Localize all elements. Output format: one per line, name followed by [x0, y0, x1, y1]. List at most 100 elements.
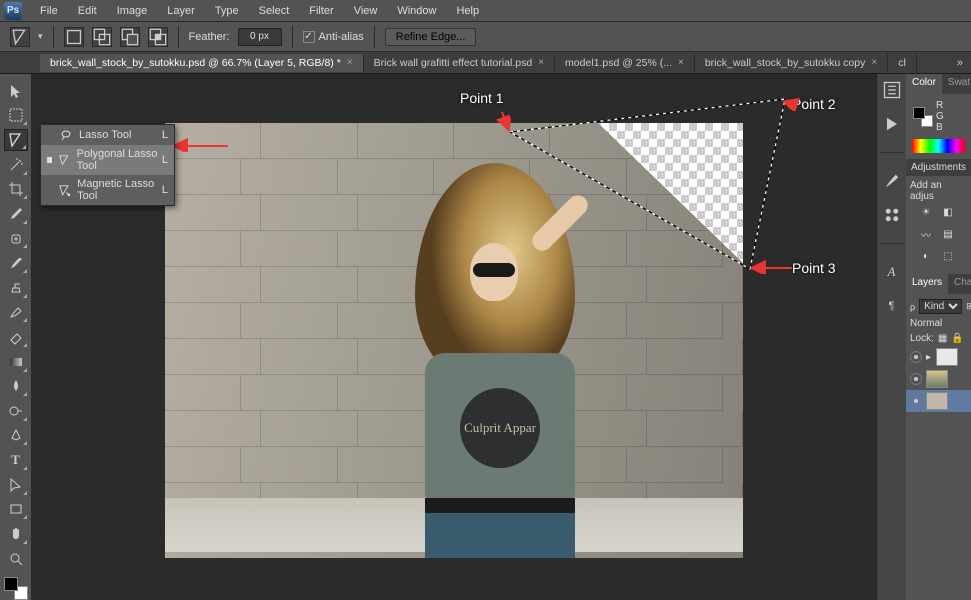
shirt-logo: Culprit Appar	[460, 388, 540, 468]
app-logo: Ps	[4, 2, 22, 20]
right-dock: A ¶	[876, 74, 906, 600]
tab-swatches[interactable]: Swat	[942, 74, 971, 94]
selection-subtract-icon[interactable]	[120, 27, 140, 47]
paragraph-panel-icon[interactable]: ¶	[882, 296, 902, 316]
layer-row-1[interactable]: ▸	[910, 346, 967, 368]
selection-new-icon[interactable]	[64, 27, 84, 47]
flyout-magnetic-lasso[interactable]: Magnetic Lasso Tool L	[41, 175, 174, 205]
path-selection-tool[interactable]	[4, 474, 28, 496]
adjustments-hint: Add an adjus	[910, 180, 967, 202]
brush-presets-icon[interactable]	[882, 205, 902, 225]
tab-channels[interactable]: Chan	[948, 274, 971, 294]
lasso-tool[interactable]	[4, 129, 28, 151]
color-fgbg[interactable]	[913, 107, 933, 127]
lock-transparent-icon[interactable]: ▦	[938, 333, 947, 344]
close-icon[interactable]: ×	[538, 57, 544, 68]
menu-view[interactable]: View	[344, 2, 388, 20]
hand-tool[interactable]	[4, 523, 28, 545]
tool-preset-icon[interactable]	[10, 27, 30, 47]
antialias-checkbox[interactable]: ✓ Anti-alias	[303, 31, 364, 43]
menu-file[interactable]: File	[30, 2, 68, 20]
foreground-background-colors[interactable]	[4, 577, 28, 600]
visibility-icon[interactable]	[910, 373, 922, 385]
levels-icon[interactable]: ◧	[940, 204, 956, 220]
tab-doc-4[interactable]: brick_wall_stock_by_sutokku copy×	[695, 54, 888, 72]
crop-tool[interactable]	[4, 179, 28, 201]
rectangle-tool[interactable]	[4, 499, 28, 521]
close-icon[interactable]: ×	[678, 57, 684, 68]
menu-help[interactable]: Help	[446, 2, 489, 20]
history-brush-tool[interactable]	[4, 302, 28, 324]
tab-color[interactable]: Color	[906, 74, 942, 94]
marquee-tool[interactable]	[4, 105, 28, 127]
selection-add-icon[interactable]	[92, 27, 112, 47]
color-ramp[interactable]	[912, 139, 965, 153]
brush-tool[interactable]	[4, 252, 28, 274]
flyout-lasso[interactable]: Lasso Tool L	[41, 125, 174, 145]
flyout-shortcut: L	[162, 184, 168, 196]
move-tool[interactable]	[4, 80, 28, 102]
visibility-icon[interactable]	[910, 395, 922, 407]
menu-select[interactable]: Select	[249, 2, 300, 20]
blur-tool[interactable]	[4, 376, 28, 398]
curves-icon[interactable]: 〰	[918, 226, 934, 242]
type-tool[interactable]: T	[4, 449, 28, 471]
menu-image[interactable]: Image	[107, 2, 158, 20]
tab-overflow-icon[interactable]: »	[949, 57, 971, 69]
layer-filter-kind[interactable]: Kind	[919, 299, 962, 314]
tab-layers[interactable]: Layers	[906, 274, 948, 294]
selection-intersect-icon[interactable]	[148, 27, 168, 47]
brightness-icon[interactable]: ☀	[918, 204, 934, 220]
adjustments-title: Adjustments	[906, 159, 971, 176]
tab-doc-2[interactable]: Brick wall grafitti effect tutorial.psd×	[364, 54, 555, 72]
color-panel-tabs: Color Swat	[906, 74, 971, 94]
layer-row-2[interactable]	[910, 368, 967, 390]
zoom-tool[interactable]	[4, 548, 28, 570]
menu-layer[interactable]: Layer	[157, 2, 205, 20]
tool-preset-dropdown-icon[interactable]: ▾	[38, 31, 43, 42]
healing-brush-tool[interactable]	[4, 228, 28, 250]
character-panel-icon[interactable]: A	[882, 262, 902, 282]
dodge-tool[interactable]	[4, 400, 28, 422]
annotation-point1: Point 1	[460, 90, 504, 106]
eraser-tool[interactable]	[4, 326, 28, 348]
menu-type[interactable]: Type	[205, 2, 249, 20]
filter-icons[interactable]: ⊞	[966, 301, 971, 312]
selected-bullet-icon	[47, 157, 52, 163]
layer-thumb	[936, 348, 958, 366]
magic-wand-tool[interactable]	[4, 154, 28, 176]
annotation-point2: Point 2	[792, 96, 836, 112]
antialias-label: Anti-alias	[319, 31, 364, 43]
eyedropper-tool[interactable]	[4, 203, 28, 225]
clone-stamp-tool[interactable]	[4, 277, 28, 299]
tab-doc-5[interactable]: cl	[888, 54, 917, 72]
exposure-icon[interactable]: ▤	[940, 226, 956, 242]
layer-thumb	[926, 370, 948, 388]
menu-filter[interactable]: Filter	[299, 2, 343, 20]
menu-edit[interactable]: Edit	[68, 2, 107, 20]
brush-panel-icon[interactable]	[882, 171, 902, 191]
refine-edge-button[interactable]: Refine Edge...	[385, 28, 477, 46]
layers-panel-body: ρ Kind ⊞ Normal Lock: ▦ 🔒 ▸	[906, 294, 971, 415]
close-icon[interactable]: ×	[347, 57, 353, 68]
actions-panel-icon[interactable]	[882, 114, 902, 134]
channel-r: R	[936, 100, 943, 111]
lock-all-icon[interactable]: 🔒	[951, 333, 963, 344]
flyout-polygonal-lasso[interactable]: Polygonal Lasso Tool L	[41, 145, 174, 175]
blend-mode-select[interactable]: Normal	[910, 318, 942, 329]
close-icon[interactable]: ×	[871, 57, 877, 68]
flyout-item-label: Lasso Tool	[79, 129, 131, 141]
tab-doc-3[interactable]: model1.psd @ 25% (...×	[555, 54, 695, 72]
gradient-tool[interactable]	[4, 351, 28, 373]
history-panel-icon[interactable]	[882, 80, 902, 100]
hue-icon[interactable]: ⬚	[940, 248, 956, 264]
pen-tool[interactable]	[4, 425, 28, 447]
document-canvas[interactable]: Culprit Appar	[165, 123, 743, 558]
tab-doc-1[interactable]: brick_wall_stock_by_sutokku.psd @ 66.7% …	[40, 54, 364, 72]
flyout-item-label: Polygonal Lasso Tool	[77, 148, 168, 172]
feather-input[interactable]	[238, 28, 282, 46]
menu-window[interactable]: Window	[387, 2, 446, 20]
vibrance-icon[interactable]: ◐	[918, 248, 934, 264]
layer-row-3[interactable]	[906, 390, 971, 412]
visibility-icon[interactable]	[910, 351, 922, 363]
